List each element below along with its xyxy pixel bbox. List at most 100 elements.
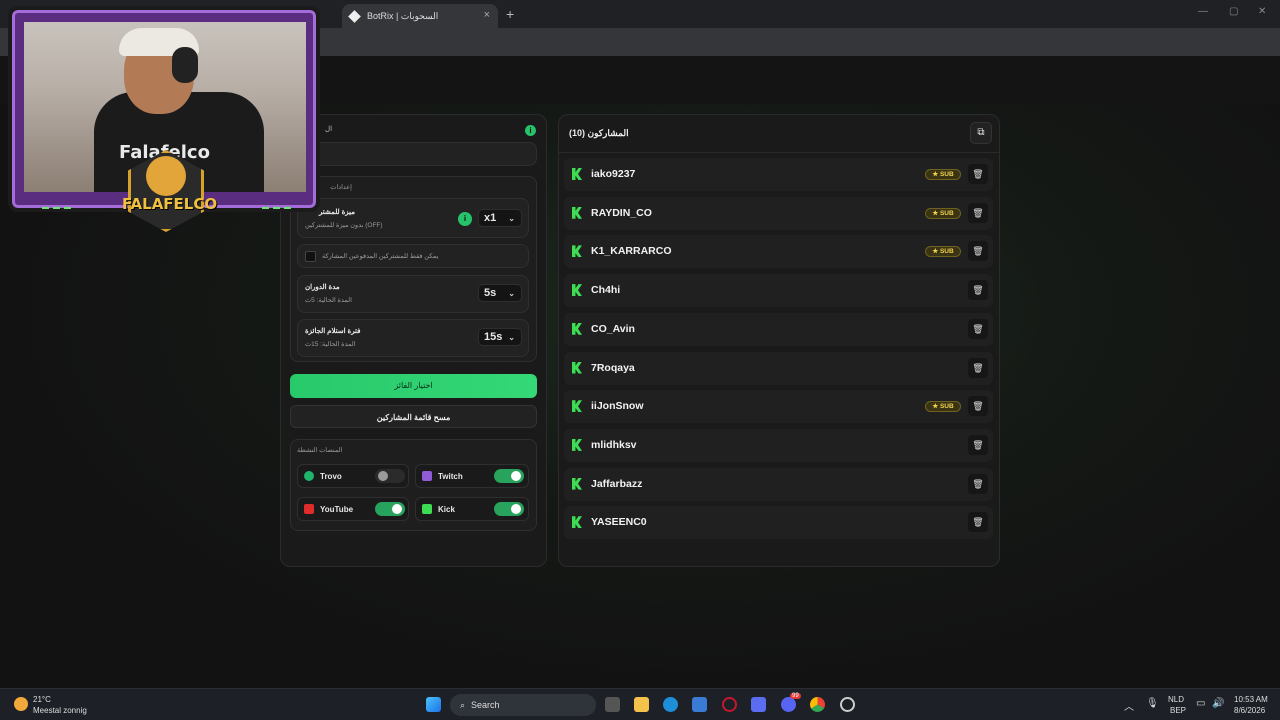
trovo-icon	[304, 471, 314, 481]
claim-time-value: 15s	[484, 331, 503, 343]
taskbar-search[interactable]: ⌕ Search	[450, 694, 596, 716]
close-window-button[interactable]: ✕	[1258, 6, 1266, 17]
platform-twitch-label: Twitch	[438, 471, 463, 481]
opera-icon[interactable]	[722, 697, 737, 712]
spin-duration-select[interactable]: 5s ⌄	[478, 284, 522, 302]
tab-botrix[interactable]: BotRix | السحوبات ×	[342, 4, 498, 28]
participant-row: Ch4hi 🗑	[564, 274, 993, 308]
participant-row: RAYDIN_CO ★ SUB 🗑	[564, 196, 993, 230]
delete-trash-icon[interactable]: 🗑	[968, 280, 988, 301]
platform-trovo-label: Trovo	[320, 471, 342, 481]
edge-icon[interactable]	[663, 697, 678, 712]
botrix-favicon-icon	[348, 9, 361, 23]
delete-trash-icon[interactable]: 🗑	[968, 357, 988, 378]
sub-badge: ★ SUB	[925, 401, 961, 413]
platforms-heading: المنصات النشطة	[297, 447, 343, 454]
falafel-mascot-icon	[146, 156, 186, 196]
volume-icon[interactable]: 🔊	[1212, 698, 1224, 709]
divider	[559, 152, 999, 153]
delete-trash-icon[interactable]: 🗑	[968, 318, 988, 339]
store-icon[interactable]	[692, 697, 707, 712]
microphone-icon[interactable]: 🎙	[1146, 698, 1159, 709]
new-tab-button[interactable]: +	[506, 6, 514, 22]
multiplier-info-icon[interactable]: i	[458, 212, 472, 226]
delete-trash-icon[interactable]: 🗑	[968, 241, 988, 262]
maximize-button[interactable]: ▢	[1229, 6, 1238, 17]
participant-name: 7Roqaya	[591, 361, 635, 374]
multiplier-select[interactable]: x1 ⌄	[478, 209, 522, 227]
platform-kick-label: Kick	[438, 504, 455, 514]
participant-name: iako9237	[591, 168, 636, 180]
clock-time[interactable]: 10:53 AM	[1234, 695, 1268, 704]
kick-icon	[572, 206, 582, 219]
weather-sun-icon[interactable]	[14, 697, 28, 711]
weather-desc[interactable]: Meestal zonnig	[33, 706, 87, 715]
participant-name: K1_KARRARCO	[591, 245, 672, 258]
platform-youtube-label: YouTube	[320, 504, 354, 514]
claim-time-select[interactable]: 15s ⌄	[478, 328, 522, 346]
multiplier-value: x1	[484, 212, 497, 224]
delete-trash-icon[interactable]: 🗑	[968, 473, 988, 494]
weather-temp[interactable]: 21°C	[33, 695, 51, 704]
delete-trash-icon[interactable]: 🗑	[968, 434, 988, 455]
youtube-toggle[interactable]	[375, 502, 405, 516]
sub-badge: ★ SUB	[925, 169, 961, 180]
toggle-knob	[392, 504, 402, 514]
youtube-icon	[304, 504, 314, 514]
webcam-overlay: Falafelco ▬ ▬ ▬ ▬ ▬ ▬ FALAFELCO	[0, 0, 330, 232]
tab-close-icon[interactable]: ×	[484, 9, 490, 21]
minimize-button[interactable]: —	[1198, 6, 1208, 17]
kick-icon	[572, 516, 582, 529]
search-icon: ⌕	[460, 699, 466, 710]
copy-icon[interactable]: ⧉	[970, 122, 992, 144]
chevron-down-icon: ⌄	[508, 288, 515, 298]
tray-chevron-icon[interactable]: ︿	[1124, 698, 1134, 713]
clock-date[interactable]: 8/6/2026	[1234, 706, 1265, 715]
toggle-knob	[511, 504, 521, 514]
spin-duration-value: 5s	[484, 287, 497, 299]
tab-title: BotRix | السحوبات	[367, 10, 439, 21]
kick-icon	[572, 168, 582, 180]
chevron-down-icon: ⌄	[508, 332, 515, 342]
channel-logo-text: FALAFELCO	[122, 195, 218, 213]
delete-trash-icon[interactable]: 🗑	[968, 164, 988, 184]
sub-badge: ★ SUB	[925, 246, 961, 258]
app-icon[interactable]	[751, 697, 766, 712]
participant-row: K1_KARRARCO ★ SUB 🗑	[564, 235, 993, 269]
language-code[interactable]: NLD	[1168, 695, 1184, 704]
clear-participants-button[interactable]: مسح قائمة المشاركين	[290, 405, 537, 428]
participant-row: YASEENC0 🗑	[564, 506, 993, 540]
frame-deco-left: ▬ ▬ ▬	[42, 204, 72, 211]
spin-duration-subtitle: المدة الحالية: 5ث	[305, 297, 352, 304]
toggle-knob	[378, 471, 388, 481]
task-view-icon[interactable]	[605, 697, 620, 712]
file-explorer-icon[interactable]	[634, 697, 649, 712]
kick-icon	[572, 245, 582, 258]
delete-trash-icon[interactable]: 🗑	[968, 396, 988, 417]
delete-trash-icon[interactable]: 🗑	[968, 202, 988, 223]
discord-icon[interactable]	[781, 697, 796, 712]
settings-gear-icon[interactable]	[840, 697, 855, 712]
twitch-toggle[interactable]	[494, 469, 524, 483]
info-icon[interactable]: i	[525, 125, 536, 136]
kick-toggle[interactable]	[494, 502, 524, 516]
participant-name: RAYDIN_CO	[591, 206, 652, 219]
keyboard-layout[interactable]: BEP	[1170, 706, 1186, 715]
delete-trash-icon[interactable]: 🗑	[968, 512, 988, 533]
claim-time-title: فترة استلام الجائزة	[305, 328, 361, 335]
participant-row: Jaffarbazz 🗑	[564, 467, 993, 501]
pick-winner-button[interactable]: اختيار الفائز	[290, 374, 537, 398]
kick-icon	[572, 322, 582, 335]
claim-time-subtitle: المدة الحالية: 15ث	[305, 341, 356, 348]
display-icon[interactable]: ▭	[1196, 698, 1205, 709]
participant-name: YASEENC0	[591, 516, 647, 529]
windows-taskbar: 21°C Meestal zonnig ⌕ Search 99 ︿ 🎙 NLD …	[0, 688, 1280, 720]
kick-icon	[572, 438, 582, 451]
chrome-icon[interactable]	[810, 697, 825, 712]
participant-row: mlidhksv 🗑	[564, 428, 993, 462]
windows-start-icon[interactable]	[426, 697, 441, 712]
subs-only-checkbox[interactable]	[305, 251, 316, 262]
kick-icon	[572, 361, 582, 374]
sub-badge: ★ SUB	[925, 207, 961, 219]
trovo-toggle[interactable]	[375, 469, 405, 483]
